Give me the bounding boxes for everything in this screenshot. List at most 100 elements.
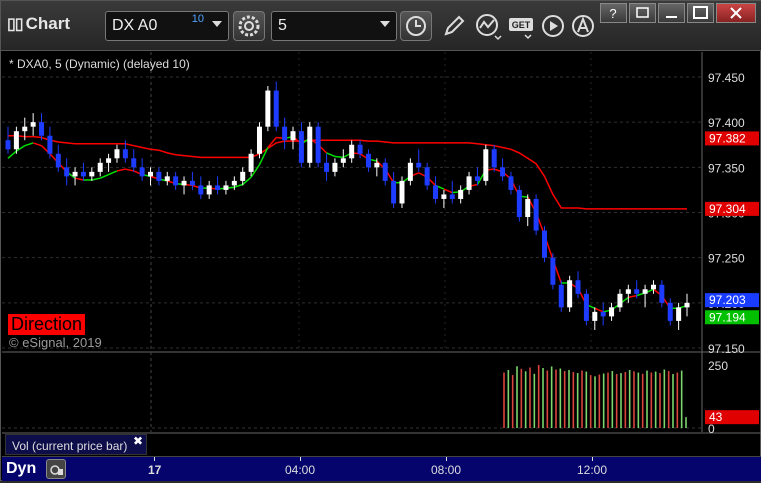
- symbol-dropdown-icon[interactable]: [212, 21, 222, 27]
- candle-body: [72, 171, 78, 177]
- volume-flag-label: 43: [709, 410, 723, 424]
- candle-body: [365, 153, 371, 168]
- alert-button[interactable]: [569, 11, 599, 41]
- candle-body: [240, 171, 246, 181]
- studies-button[interactable]: [473, 11, 503, 41]
- time-button[interactable]: [400, 11, 432, 41]
- price-flag-label: 97.382: [709, 131, 746, 145]
- price-tick-label: 97.350: [708, 161, 745, 175]
- study-chart-icon: [476, 14, 502, 41]
- time-tick-mark: [154, 457, 155, 461]
- pencil-icon: [444, 15, 465, 36]
- get-button[interactable]: GET: [507, 11, 537, 41]
- candle-body: [516, 189, 522, 218]
- candle-body: [231, 180, 237, 186]
- candle-body: [650, 284, 656, 290]
- lower-band-segment: [334, 155, 344, 159]
- close-study-icon[interactable]: ✖: [133, 434, 143, 448]
- candle-body: [558, 284, 564, 308]
- candle-body: [131, 158, 137, 168]
- play-icon: [542, 15, 564, 37]
- candle-body: [340, 158, 346, 163]
- time-tick-label: 12:00: [577, 463, 608, 477]
- toolbar: ▯▯ Chart DX A0 10 5 GET ?: [1, 1, 761, 51]
- candle-body: [122, 149, 128, 159]
- time-tick-mark: [300, 457, 301, 461]
- chart-app-icon: ▯▯: [7, 16, 24, 33]
- candle-body: [550, 257, 556, 285]
- candle-body: [139, 167, 145, 177]
- candle-body: [30, 122, 36, 127]
- candle-body: [164, 176, 170, 181]
- candle-body: [483, 149, 489, 181]
- candle-body: [391, 180, 397, 204]
- help-button[interactable]: ?: [600, 3, 627, 23]
- price-flag-label: 97.304: [709, 202, 746, 216]
- candle-body: [349, 144, 355, 159]
- candle-body: [13, 131, 19, 150]
- study-tab-volume[interactable]: Vol (current price bar): [5, 434, 147, 455]
- time-tick-mark: [446, 457, 447, 461]
- interval-dropdown-icon[interactable]: [380, 21, 390, 27]
- time-tick-label: 17: [148, 463, 162, 477]
- candle-body: [533, 198, 539, 231]
- interval-value: 5: [278, 17, 287, 34]
- minimize-button[interactable]: [658, 3, 685, 23]
- settings-button[interactable]: [233, 11, 265, 41]
- candle-body: [80, 171, 86, 177]
- symbol-input[interactable]: DX A0 10: [105, 11, 229, 41]
- candle-body: [282, 126, 288, 141]
- price-flag-label: 97.203: [709, 293, 746, 307]
- lock-icon[interactable]: [46, 459, 66, 479]
- maximize-icon: [693, 6, 708, 19]
- play-button[interactable]: [539, 11, 569, 41]
- interval-input[interactable]: 5: [271, 11, 397, 41]
- candle-body: [106, 158, 112, 163]
- candle-body: [315, 126, 321, 163]
- candle-body: [156, 171, 162, 181]
- window-title: ▯▯ Chart: [7, 14, 71, 33]
- price-tick-label: 97.400: [708, 116, 745, 130]
- time-tick-label: 04:00: [285, 463, 316, 477]
- direction-label: Direction: [8, 314, 86, 335]
- svg-text:GET: GET: [512, 20, 531, 30]
- candle-body: [206, 185, 212, 195]
- candle-body: [256, 126, 262, 154]
- candle-body: [324, 162, 330, 172]
- candle-body: [22, 126, 28, 132]
- candle-body: [458, 189, 464, 199]
- close-button[interactable]: [716, 3, 756, 23]
- draw-tool-button[interactable]: [439, 11, 469, 41]
- candle-body: [399, 180, 405, 204]
- restore-icon: [636, 7, 649, 18]
- candle-body: [89, 171, 95, 177]
- candle-body: [248, 153, 254, 172]
- candle-body: [181, 180, 187, 186]
- candle-body: [600, 311, 606, 317]
- symbol-badge: 10: [191, 13, 204, 25]
- candle-body: [273, 90, 279, 127]
- candle-body: [290, 131, 296, 141]
- candle-body: [433, 185, 439, 199]
- candle-body: [634, 289, 640, 294]
- price-panel-bg: [2, 52, 702, 352]
- candle-body: [525, 198, 531, 218]
- restore-button[interactable]: [629, 3, 656, 23]
- candle-body: [500, 167, 506, 177]
- chart-symbol-label: * DXA0, 5 (Dynamic) (delayed 10): [9, 57, 190, 71]
- candle-body: [39, 122, 45, 136]
- chart-window: ▯▯ Chart DX A0 10 5 GET ? 97.450 97.400 …: [0, 0, 761, 481]
- price-tick-label: 97.450: [708, 71, 745, 85]
- candle-body: [332, 162, 338, 172]
- price-tick-label: 97.150: [708, 342, 745, 356]
- candle-body: [541, 230, 547, 258]
- minimize-icon: [666, 16, 677, 18]
- candle-body: [215, 185, 221, 190]
- chart-plot[interactable]: 97.45097.40097.35097.30097.25097.20097.1…: [2, 52, 761, 458]
- candle-body: [609, 307, 615, 317]
- time-tick-label: 08:00: [431, 463, 462, 477]
- candle-body: [265, 90, 271, 127]
- candle-body: [667, 302, 673, 321]
- get-icon: GET: [509, 18, 533, 40]
- maximize-button[interactable]: [687, 3, 714, 23]
